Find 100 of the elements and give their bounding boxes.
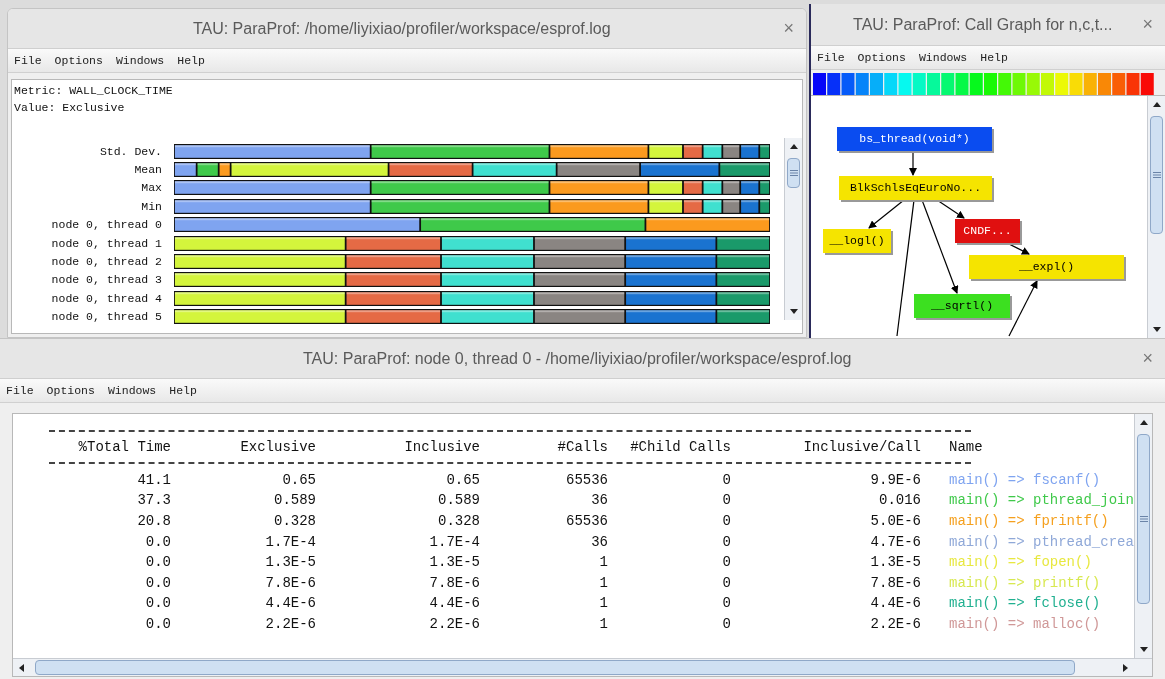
vertical-scrollbar[interactable] bbox=[1134, 414, 1152, 658]
row-label: node 0, thread 0 bbox=[50, 217, 163, 234]
table-cell-text: 1.3E-5 bbox=[428, 553, 480, 573]
scroll-thumb[interactable] bbox=[1150, 116, 1163, 234]
menu-item[interactable]: Options bbox=[54, 51, 103, 70]
table-cell-text: 1 bbox=[598, 594, 608, 614]
table-cell-text: 7.8E-6 bbox=[869, 573, 921, 593]
column-header: #Calls bbox=[556, 437, 608, 457]
function-name: main() => fprintf() bbox=[948, 512, 1109, 531]
menu-item[interactable]: Windows bbox=[115, 51, 165, 70]
menu-item[interactable]: Options bbox=[46, 381, 95, 400]
table-cell-text: 0 bbox=[721, 532, 731, 552]
table-cell-text: 0.016 bbox=[878, 491, 921, 511]
table-cell-text: 0.0 bbox=[144, 553, 171, 573]
menu-item[interactable]: Windows bbox=[107, 381, 157, 400]
table-cell-text: 36 bbox=[590, 491, 608, 511]
table-cell-text: 2.2E-6 bbox=[869, 614, 921, 634]
row-label: node 0, thread 5 bbox=[50, 309, 163, 326]
value-label: Value: Exclusive bbox=[13, 100, 126, 116]
table-cell-text: 0 bbox=[721, 470, 731, 490]
call-arrow bbox=[1008, 280, 1038, 337]
table-cell-text: 0 bbox=[721, 594, 731, 614]
table-cell-text: 2.2E-6 bbox=[264, 614, 316, 634]
table-cell-text: 0.0 bbox=[144, 594, 171, 614]
table-cell-text: 65536 bbox=[565, 512, 608, 531]
function-node[interactable]: __sqrtl() bbox=[914, 294, 1010, 318]
table-cell-text: 4.4E-6 bbox=[428, 594, 480, 614]
close-button[interactable]: × bbox=[1130, 11, 1165, 38]
row-label: Min bbox=[140, 198, 163, 215]
table-cell-text: 0.0 bbox=[144, 614, 171, 634]
table-cell-text: 2.2E-6 bbox=[428, 614, 480, 634]
table-cell-text: 5.0E-6 bbox=[869, 512, 921, 531]
menu-item[interactable]: Help bbox=[169, 381, 197, 400]
menu-item[interactable]: File bbox=[14, 51, 42, 70]
table-cell-text: 1 bbox=[598, 553, 608, 573]
table-cell-text: 0.0 bbox=[144, 573, 171, 593]
table-cell-text: 1.3E-5 bbox=[264, 553, 316, 573]
table-cell-text: 4.4E-6 bbox=[869, 594, 921, 614]
table-cell-text: 37.3 bbox=[136, 491, 171, 511]
function-name: main() => fopen() bbox=[948, 553, 1092, 573]
table-cell-text: 0 bbox=[721, 491, 731, 511]
table-cell-text: 7.8E-6 bbox=[428, 573, 480, 593]
scroll-thumb[interactable] bbox=[35, 660, 1075, 675]
column-header: Exclusive bbox=[239, 437, 316, 457]
function-name: main() => fclose() bbox=[948, 594, 1101, 614]
metric-label: Metric: WALL_CLOCK_TIME bbox=[13, 83, 174, 99]
function-node[interactable]: __expl() bbox=[969, 255, 1124, 279]
scroll-thumb[interactable] bbox=[787, 158, 800, 188]
table-cell-text: 36 bbox=[590, 532, 608, 552]
table-cell-text: 1 bbox=[598, 614, 608, 634]
menu-item[interactable]: Windows bbox=[918, 48, 968, 67]
window-title: TAU: ParaProf: Call Graph for n,c,t... bbox=[852, 14, 1114, 35]
function-node[interactable]: __logl() bbox=[823, 229, 891, 253]
table-cell-text: 0 bbox=[721, 573, 731, 593]
row-label: node 0, thread 2 bbox=[50, 253, 163, 270]
function-name: main() => printf() bbox=[948, 573, 1101, 593]
table-cell-text: 0 bbox=[721, 614, 731, 634]
function-name: main() => pthread_join bbox=[948, 491, 1134, 511]
menu-item[interactable]: Help bbox=[980, 48, 1008, 67]
table-cell-text: 0 bbox=[721, 512, 731, 531]
table-cell-text: 1 bbox=[598, 573, 608, 593]
function-node[interactable]: BlkSchlsEqEuroNo... bbox=[839, 176, 992, 200]
function-name: main() => fscanf() bbox=[948, 470, 1101, 490]
close-button[interactable]: × bbox=[1130, 345, 1165, 372]
vertical-scrollbar[interactable] bbox=[1147, 96, 1165, 338]
table-cell-text: 0.0 bbox=[144, 532, 171, 552]
table-cell-text: 0.589 bbox=[273, 491, 316, 511]
column-header: Name bbox=[948, 437, 983, 457]
table-cell-text: 0.65 bbox=[281, 470, 316, 490]
row-label: node 0, thread 1 bbox=[50, 235, 163, 252]
grip-icon bbox=[1139, 516, 1148, 522]
row-label: Max bbox=[140, 180, 163, 197]
table-cell-text: 0.328 bbox=[273, 512, 316, 531]
horizontal-scrollbar[interactable] bbox=[13, 658, 1152, 676]
scroll-thumb[interactable] bbox=[1137, 434, 1150, 604]
table-cell-text: 9.9E-6 bbox=[869, 470, 921, 490]
column-header: Inclusive bbox=[403, 437, 480, 457]
menu-item[interactable]: File bbox=[817, 48, 845, 67]
function-node[interactable]: bs_thread(void*) bbox=[837, 127, 992, 151]
function-name: main() => malloc() bbox=[948, 614, 1101, 634]
column-header: %Total Time bbox=[77, 437, 171, 457]
table-cell-text: 65536 bbox=[565, 470, 608, 490]
call-arrow bbox=[909, 150, 917, 176]
window-title: TAU: ParaProf: /home/liyixiao/profiler/workspace/esprof.log bbox=[191, 18, 612, 39]
close-button[interactable]: × bbox=[771, 15, 806, 42]
menu-item[interactable]: File bbox=[6, 381, 34, 400]
grip-icon bbox=[1152, 172, 1161, 178]
function-node[interactable]: CNDF... bbox=[955, 219, 1020, 243]
menu-item[interactable]: Options bbox=[857, 48, 906, 67]
vertical-scrollbar[interactable] bbox=[784, 138, 802, 320]
table-cell-text: 1.3E-5 bbox=[869, 553, 921, 573]
menu-item[interactable]: Help bbox=[177, 51, 205, 70]
table-cell-text: 1.7E-4 bbox=[264, 532, 316, 552]
function-name: main() => pthread_crea bbox=[948, 532, 1134, 552]
table-cell-text: 1.7E-4 bbox=[428, 532, 480, 552]
row-label: node 0, thread 4 bbox=[50, 290, 163, 307]
table-cell-text: 0.328 bbox=[437, 512, 480, 531]
grip-icon bbox=[789, 170, 798, 176]
window-title: TAU: ParaProf: node 0, thread 0 - /home/liyixiao/profiler/workspace/esprof.log bbox=[302, 348, 853, 369]
row-label: Mean bbox=[133, 161, 163, 178]
